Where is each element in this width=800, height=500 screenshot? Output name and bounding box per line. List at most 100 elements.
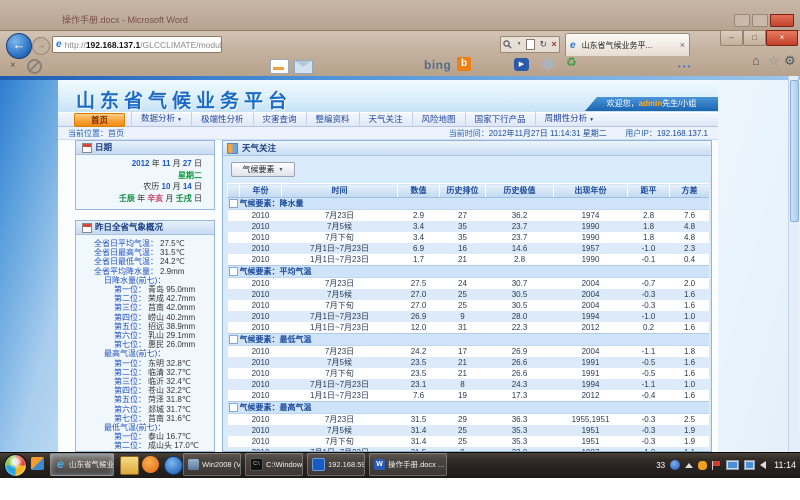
orange-app-icon[interactable] [142,456,159,473]
breadcrumb: 当前位置：首页 [68,127,124,139]
background-window-controls [734,14,794,27]
toolbar-close-icon[interactable]: × [10,60,16,71]
background-window-titlebar: 操作手册.docx - Microsoft Word [0,0,800,30]
taskbar-window-button[interactable]: C:\C:\Windows\s... [245,453,303,476]
rank-label: 第二位： [82,441,146,450]
table-cell: 7.6 [670,210,710,222]
favorites-star-icon[interactable]: ☆ [768,54,780,67]
compatibility-view-icon[interactable] [526,39,535,50]
hidden-icons-chevron[interactable] [685,463,693,468]
gear-icon[interactable]: ⚙ [784,54,796,67]
table-cell: 30.5 [486,300,554,311]
card-icon[interactable] [270,59,289,74]
taskbar-window-button[interactable]: e山东省气候业... [50,453,114,476]
table-cell: -0.1 [628,254,670,266]
table-group-row[interactable]: 气候要素：平均气温 [228,266,710,278]
back-button[interactable]: ← [6,33,32,59]
weather-watch-panel: 天气关注 气候要素 ▼ 年份时间数值历史排位历史极值出现年份距平方差 气候要素：… [222,140,712,452]
table-cell: 17 [440,346,486,358]
recycle-icon[interactable]: ♻ [566,56,577,68]
taskbar-window-button[interactable]: W操作手册.docx ... [369,453,447,476]
action-center-flag-icon[interactable] [712,461,721,470]
table-cell: 25 [440,289,486,300]
scrollbar-thumb[interactable] [790,80,799,222]
table-group-row[interactable]: 气候要素：最低气温 [228,334,710,346]
table-row: 20107月23日27.52430.72004-0.72.0 [228,278,710,290]
envelope-icon[interactable] [294,60,313,74]
table-cell: 1974 [554,210,628,222]
table-group-row[interactable]: 气候要素：最高气温 [228,402,710,414]
nav-item[interactable]: 极端性分析 [191,112,253,127]
nav-item-label: 灾害查询 [263,114,297,124]
table-row: 20101月1日~7月23日12.03122.320120.21.6 [228,322,710,334]
close-button[interactable]: × [766,30,798,46]
video-icon[interactable]: ▶ [514,58,529,71]
nav-item-label: 首页 [91,115,108,125]
start-button[interactable] [4,454,27,477]
taskbar-window-button[interactable]: 192.168.59.99... [307,453,365,476]
nav-item[interactable]: 周期性分析▼ [535,111,603,128]
close-icon[interactable] [770,14,794,27]
blocked-icon[interactable] [27,59,42,74]
network-icon[interactable] [726,460,739,470]
nav-item[interactable]: 天气关注 [359,112,412,127]
folder-icon[interactable] [120,456,139,475]
blue-app-tray-icon[interactable] [670,460,680,470]
table-cell: 3.4 [398,221,440,232]
table-cell: 31.4 [398,436,440,447]
table-row: 20107月1日~7月23日23.1824.31994-1.11.0 [228,379,710,390]
nav-item[interactable]: 灾害查询 [253,112,306,127]
table-cell: 23.1 [398,379,440,390]
search-icon[interactable] [503,40,512,49]
taskbar-clock[interactable]: 11:14 [774,460,796,470]
chevron-down-icon[interactable]: ▼ [517,42,522,47]
tab-close-icon[interactable]: × [680,40,685,50]
maximize-icon[interactable] [752,14,768,27]
media-player-icon[interactable] [164,456,183,475]
scrollbar[interactable] [788,76,798,452]
expand-icon[interactable] [229,403,238,412]
expand-icon[interactable] [229,267,238,276]
url-host: 192.168.137.1 [86,40,140,50]
table-cell: 26.6 [486,357,554,368]
volume-icon[interactable] [760,461,766,469]
table-cell: 0.4 [670,254,710,266]
table-cell: 3.4 [398,232,440,243]
pinned-app-icon[interactable] [31,457,44,470]
table-cell: 2010 [240,322,282,334]
bing-logo[interactable]: bing [424,58,451,72]
nav-item[interactable]: 数据分析▼ [131,111,191,128]
home-icon[interactable]: ⌂ [752,54,760,67]
browser-tab[interactable]: e 山东省气候业务平... × [565,33,690,56]
nav-item[interactable]: 整编资料 [306,112,359,127]
nav-item[interactable]: 国家下行产品 [465,112,535,127]
refresh-icon[interactable]: ↻ [539,40,547,49]
summary-rank-row: 第四位：崂山 40.2mm [82,313,212,322]
minimize-icon[interactable] [734,14,750,27]
rank-value: 莒南 42.0mm [148,303,195,312]
nav-item[interactable]: 风险地图 [412,112,465,127]
table-group-row[interactable]: 气候要素：降水量 [228,198,710,210]
nav-item[interactable]: 首页 [74,113,125,127]
rank-value: 临清 32.7℃ [148,368,191,377]
table-cell: -1.0 [628,311,670,322]
notification-tray-icon[interactable] [698,461,707,470]
stop-icon[interactable]: × [551,40,556,49]
address-bar[interactable]: e http:// 192.168.137.1 /GLCCLIMATE/modu… [52,36,222,53]
row-indent-cell [228,346,240,358]
toolbar-more-icon[interactable]: ••• [678,62,692,71]
bing-app-icon[interactable]: b [457,57,471,71]
climate-element-button[interactable]: 气候要素 ▼ [231,162,295,177]
table-cell: -0.3 [628,436,670,447]
minimize-button[interactable]: – [720,30,743,46]
weekday: 星期二 [80,170,202,182]
table-cell: -1.1 [628,346,670,358]
expand-icon[interactable] [229,335,238,344]
taskbar-window-button[interactable]: Win2008 (VS2... [183,453,241,476]
table-cell: 33.0 [486,447,554,451]
forward-button[interactable]: → [32,37,50,55]
expand-icon[interactable] [229,199,238,208]
maximize-button[interactable]: □ [743,30,766,46]
monitor-icon[interactable] [744,460,755,470]
table-cell: 2010 [240,379,282,390]
